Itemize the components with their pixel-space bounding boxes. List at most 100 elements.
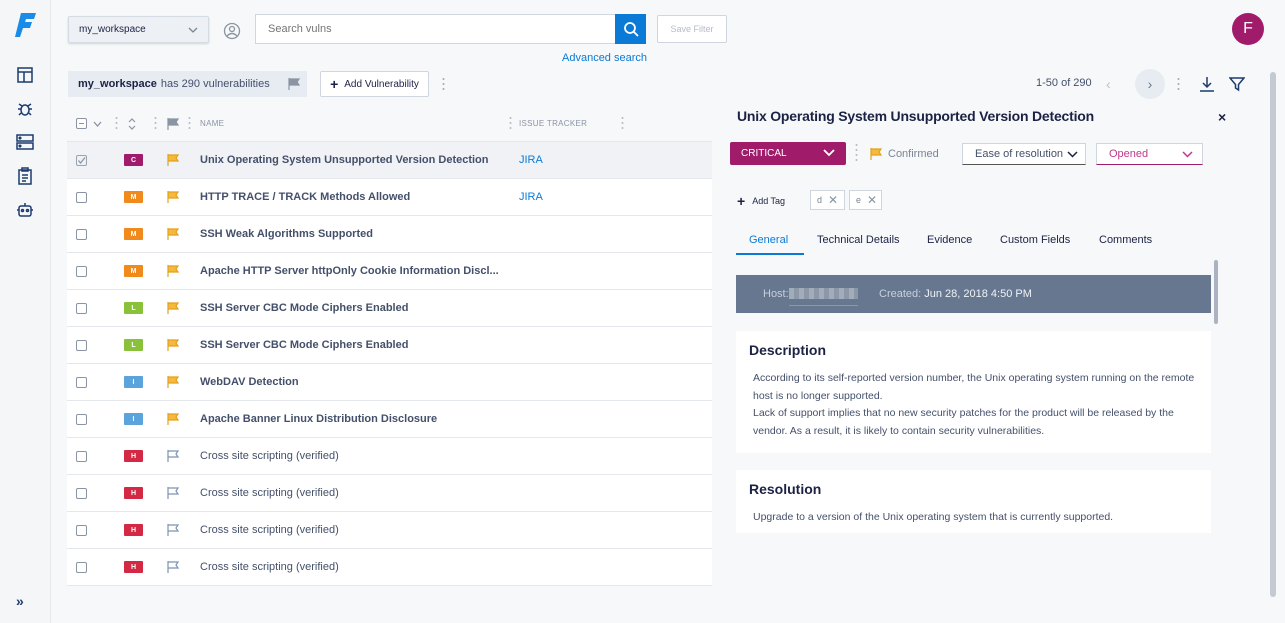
row-checkbox[interactable] (76, 303, 87, 314)
table-row[interactable]: H Cross site scripting (verified) (67, 512, 712, 549)
row-checkbox[interactable] (76, 488, 87, 499)
row-checkbox[interactable] (76, 192, 87, 203)
tag-chip[interactable]: d ✕ (810, 190, 845, 210)
resolution-title: Resolution (749, 481, 822, 497)
table-row[interactable]: I WebDAV Detection (67, 364, 712, 401)
tab-custom-fields[interactable]: Custom Fields (1000, 234, 1070, 246)
flag-icon[interactable] (166, 190, 180, 204)
row-checkbox[interactable] (76, 340, 87, 351)
search-button[interactable] (615, 14, 646, 44)
column-header-issue-tracker[interactable]: ISSUE TRACKER (519, 119, 587, 128)
advanced-search-link[interactable]: Advanced search (562, 52, 647, 64)
vuln-name[interactable]: Cross site scripting (verified) (200, 487, 339, 499)
vertical-dots-icon[interactable] (1177, 77, 1180, 91)
filter-icon[interactable] (1229, 76, 1245, 92)
detail-scrollbar[interactable] (1214, 260, 1218, 324)
table-row[interactable]: M HTTP TRACE / TRACK Methods Allowed JIRA (67, 179, 712, 216)
flag-icon[interactable] (166, 375, 180, 389)
save-filter-button[interactable]: Save Filter (657, 15, 727, 43)
chevron-down-icon (823, 149, 835, 157)
prev-page-icon[interactable]: ‹ (1106, 76, 1111, 92)
table-row[interactable]: H Cross site scripting (verified) (67, 438, 712, 475)
faraday-logo[interactable] (15, 12, 37, 38)
flag-icon[interactable] (166, 449, 180, 463)
remove-tag-icon[interactable]: ✕ (867, 193, 877, 207)
user-circle-icon[interactable] (223, 22, 241, 40)
vuln-name[interactable]: WebDAV Detection (200, 376, 299, 388)
issue-tracker-link[interactable]: JIRA (519, 191, 543, 203)
vuln-name[interactable]: Cross site scripting (verified) (200, 450, 339, 462)
vuln-name[interactable]: Cross site scripting (verified) (200, 561, 339, 573)
row-checkbox[interactable] (76, 525, 87, 536)
row-checkbox[interactable] (76, 562, 87, 573)
flag-icon[interactable] (287, 77, 301, 91)
vuln-name[interactable]: SSH Server CBC Mode Ciphers Enabled (200, 302, 408, 314)
vuln-name[interactable]: Apache HTTP Server httpOnly Cookie Infor… (200, 265, 499, 277)
search-input[interactable] (255, 14, 616, 44)
tag-chip[interactable]: e ✕ (849, 190, 882, 210)
flag-icon[interactable] (166, 523, 180, 537)
flag-icon[interactable] (166, 153, 180, 167)
row-checkbox[interactable] (76, 155, 87, 166)
row-checkbox[interactable] (76, 266, 87, 277)
download-icon[interactable] (1199, 76, 1215, 92)
table-row[interactable]: L SSH Server CBC Mode Ciphers Enabled (67, 290, 712, 327)
column-header-name[interactable]: NAME (200, 119, 224, 128)
vuln-name[interactable]: SSH Server CBC Mode Ciphers Enabled (200, 339, 408, 351)
flag-icon[interactable] (166, 264, 180, 278)
dashboard-icon[interactable] (15, 65, 35, 85)
flag-icon[interactable] (166, 412, 180, 426)
vuln-name[interactable]: Cross site scripting (verified) (200, 524, 339, 536)
table-row[interactable]: M Apache HTTP Server httpOnly Cookie Info… (67, 253, 712, 290)
table-row[interactable]: I Apache Banner Linux Distribution Disclo… (67, 401, 712, 438)
flag-icon[interactable] (166, 560, 180, 574)
close-icon[interactable]: × (1218, 109, 1226, 125)
ease-of-resolution-dropdown[interactable]: Ease of resolution (962, 143, 1086, 165)
status-dropdown[interactable]: Opened (1096, 143, 1203, 165)
table-row[interactable]: C Unix Operating System Unsupported Versi… (67, 142, 712, 179)
remove-tag-icon[interactable]: ✕ (828, 193, 838, 207)
table-row[interactable]: L SSH Server CBC Mode Ciphers Enabled (67, 327, 712, 364)
bug-icon[interactable] (15, 99, 35, 119)
add-tag-button[interactable]: + Add Tag (737, 193, 785, 209)
tab-technical-details[interactable]: Technical Details (817, 234, 900, 246)
table-row[interactable]: H Cross site scripting (verified) (67, 475, 712, 512)
tab-general[interactable]: General (749, 234, 788, 246)
flag-icon[interactable] (166, 227, 180, 241)
sort-icon[interactable] (128, 117, 136, 131)
vuln-name[interactable]: Apache Banner Linux Distribution Disclos… (200, 413, 437, 425)
chevron-down-icon (1067, 151, 1078, 158)
flag-icon[interactable] (166, 338, 180, 352)
vuln-name[interactable]: SSH Weak Algorithms Supported (200, 228, 373, 240)
tab-evidence[interactable]: Evidence (927, 234, 972, 246)
row-checkbox[interactable] (76, 377, 87, 388)
vuln-name[interactable]: Unix Operating System Unsupported Versio… (200, 154, 489, 166)
row-checkbox[interactable] (76, 229, 87, 240)
flag-icon[interactable] (166, 117, 180, 131)
severity-dropdown[interactable]: CRITICAL (730, 142, 846, 165)
robot-icon[interactable] (15, 200, 35, 220)
confirmed-toggle[interactable]: Confirmed (869, 147, 939, 161)
page-scrollbar[interactable] (1270, 72, 1276, 597)
next-page-button[interactable]: › (1135, 69, 1165, 99)
row-checkbox[interactable] (76, 414, 87, 425)
flag-icon[interactable] (166, 486, 180, 500)
chevron-down-icon[interactable] (93, 120, 102, 128)
table-row[interactable]: M SSH Weak Algorithms Supported (67, 216, 712, 253)
server-icon[interactable] (15, 132, 35, 152)
workspace-select[interactable]: my_workspace (68, 16, 209, 43)
tab-comments[interactable]: Comments (1099, 234, 1152, 246)
expand-nav-icon[interactable]: » (16, 593, 24, 609)
add-vulnerability-button[interactable]: + Add Vulnerability (320, 71, 429, 97)
issue-tracker-link[interactable]: JIRA (519, 154, 543, 166)
vuln-name[interactable]: HTTP TRACE / TRACK Methods Allowed (200, 191, 410, 203)
add-vulnerability-label: Add Vulnerability (344, 78, 419, 90)
host-value-redacted[interactable] (789, 288, 858, 299)
user-avatar[interactable]: F (1232, 13, 1264, 45)
vertical-dots-icon[interactable] (442, 77, 445, 91)
flag-icon[interactable] (166, 301, 180, 315)
clipboard-icon[interactable] (15, 166, 35, 186)
table-row[interactable]: H Cross site scripting (verified) (67, 549, 712, 586)
select-all-checkbox[interactable] (76, 118, 87, 129)
row-checkbox[interactable] (76, 451, 87, 462)
